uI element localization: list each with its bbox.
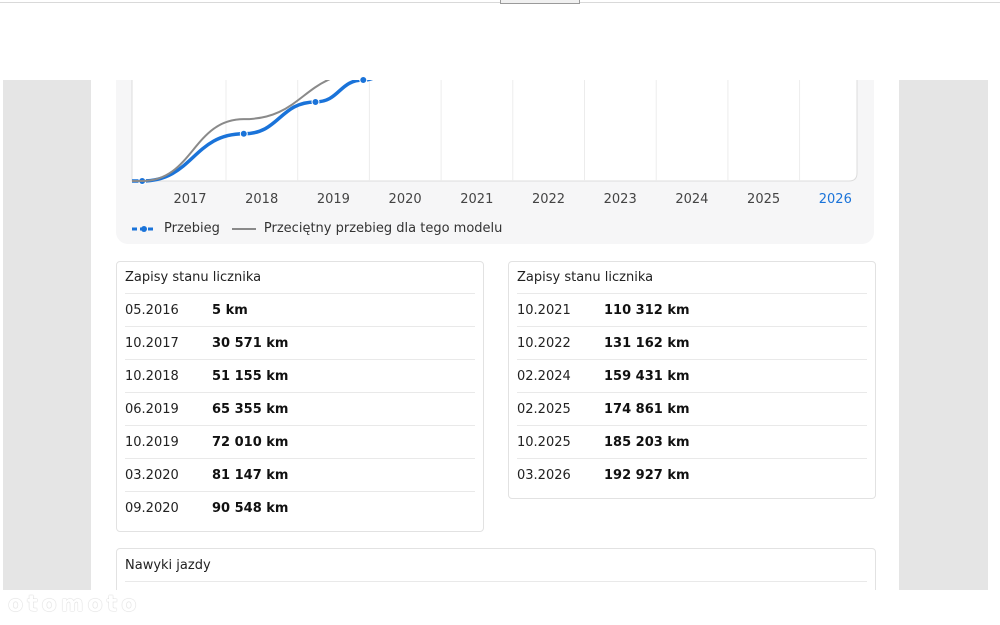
record-date: 02.2025 (517, 402, 571, 417)
x-tick-label: 2019 (317, 192, 350, 207)
odometer-records-card-right: Zapisy stanu licznika 10.2021 110 312 km 1… (508, 261, 876, 499)
x-tick-label: 2026 (819, 192, 852, 207)
bottom-strip (0, 590, 1000, 625)
record-date: 10.2017 (125, 336, 179, 351)
card-divider (125, 581, 867, 582)
chart-plot-area (131, 80, 858, 182)
x-tick-label: 2024 (675, 192, 708, 207)
record-row: 03.2026 192 927 km (517, 459, 867, 491)
x-tick-label: 2021 (460, 192, 493, 207)
record-date: 10.2019 (125, 435, 179, 450)
x-tick-label: 2023 (604, 192, 637, 207)
record-value: 51 155 km (212, 369, 289, 384)
record-value: 81 147 km (212, 468, 289, 483)
record-row: 03.2020 81 147 km (125, 459, 475, 492)
mileage-point (311, 97, 320, 106)
record-date: 03.2020 (125, 468, 179, 483)
record-row: 05.2016 5 km (125, 294, 475, 327)
mileage-chart: 2017 2018 2019 2020 2021 2022 2023 2024 2025 2026 (131, 76, 858, 207)
record-date: 02.2024 (517, 369, 571, 384)
record-row: 02.2024 159 431 km (517, 360, 867, 393)
otomoto-watermark-logo: otomoto (8, 592, 141, 617)
x-tick-label: 2017 (173, 192, 206, 207)
record-date: 05.2016 (125, 303, 179, 318)
odometer-records-card-left: Zapisy stanu licznika 05.2016 5 km 10.2017… (116, 261, 484, 532)
record-row: 10.2018 51 155 km (125, 360, 475, 393)
x-tick-label: 2018 (245, 192, 278, 207)
card-title: Zapisy stanu licznika (125, 270, 262, 285)
record-date: 06.2019 (125, 402, 179, 417)
record-value: 110 312 km (604, 303, 690, 318)
record-row: 06.2019 65 355 km (125, 393, 475, 426)
record-value: 65 355 km (212, 402, 289, 417)
record-row: 02.2025 174 861 km (517, 393, 867, 426)
record-date: 10.2025 (517, 435, 571, 450)
legend-swatch-average (231, 223, 256, 233)
record-row: 10.2017 30 571 km (125, 327, 475, 360)
record-value: 131 162 km (604, 336, 690, 351)
driving-habits-title: Nawyki jazdy (125, 558, 211, 573)
record-value: 30 571 km (212, 336, 289, 351)
record-date: 10.2021 (517, 303, 571, 318)
record-row: 10.2019 72 010 km (125, 426, 475, 459)
record-date: 03.2026 (517, 468, 571, 483)
record-row: 10.2025 185 203 km (517, 426, 867, 459)
legend-swatch-mileage (132, 223, 156, 233)
chart-legend: Przebieg Przeciętny przebieg dla tego mo… (132, 219, 514, 237)
x-tick-label: 2022 (532, 192, 565, 207)
record-date: 10.2022 (517, 336, 571, 351)
legend-label-mileage: Przebieg (164, 220, 220, 236)
record-row: 10.2022 131 162 km (517, 327, 867, 360)
record-value: 174 861 km (604, 402, 690, 417)
x-tick-label: 2025 (747, 192, 780, 207)
card-title: Zapisy stanu licznika (517, 270, 654, 285)
legend-label-average: Przeciętny przebieg dla tego modelu (263, 220, 503, 236)
record-value: 159 431 km (604, 369, 690, 384)
record-value: 185 203 km (604, 435, 690, 450)
record-row: 10.2021 110 312 km (517, 294, 867, 327)
record-value: 90 548 km (212, 501, 289, 516)
record-date: 10.2018 (125, 369, 179, 384)
mileage-point (359, 76, 368, 84)
record-value: 72 010 km (212, 435, 289, 450)
x-tick-label: 2020 (389, 192, 422, 207)
mileage-point (239, 129, 248, 138)
record-value: 5 km (212, 303, 248, 318)
record-value: 192 927 km (604, 468, 690, 483)
record-date: 09.2020 (125, 501, 179, 516)
record-row: 09.2020 90 548 km (125, 492, 475, 524)
